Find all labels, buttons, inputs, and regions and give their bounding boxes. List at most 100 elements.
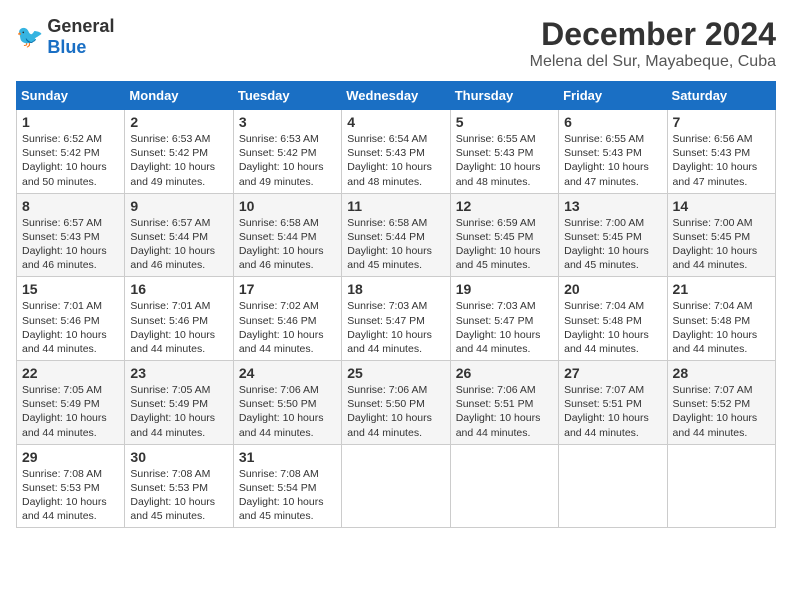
day-number: 12 [456,198,553,214]
day-info: Sunrise: 6:56 AMSunset: 5:43 PMDaylight:… [673,133,758,188]
calendar-cell: 8 Sunrise: 6:57 AMSunset: 5:43 PMDayligh… [17,193,125,277]
calendar-cell: 7 Sunrise: 6:56 AMSunset: 5:43 PMDayligh… [667,110,775,194]
day-number: 29 [22,449,119,465]
day-number: 2 [130,114,227,130]
calendar-cell [559,444,667,528]
day-number: 30 [130,449,227,465]
calendar-cell: 28 Sunrise: 7:07 AMSunset: 5:52 PMDaylig… [667,361,775,445]
day-number: 23 [130,365,227,381]
calendar-header-row: SundayMondayTuesdayWednesdayThursdayFrid… [17,82,776,110]
calendar-week-row: 8 Sunrise: 6:57 AMSunset: 5:43 PMDayligh… [17,193,776,277]
calendar-cell: 31 Sunrise: 7:08 AMSunset: 5:54 PMDaylig… [233,444,341,528]
calendar-cell: 23 Sunrise: 7:05 AMSunset: 5:49 PMDaylig… [125,361,233,445]
day-info: Sunrise: 6:52 AMSunset: 5:42 PMDaylight:… [22,133,107,188]
day-number: 31 [239,449,336,465]
day-number: 8 [22,198,119,214]
calendar-cell: 13 Sunrise: 7:00 AMSunset: 5:45 PMDaylig… [559,193,667,277]
calendar-cell: 25 Sunrise: 7:06 AMSunset: 5:50 PMDaylig… [342,361,450,445]
day-number: 28 [673,365,770,381]
day-info: Sunrise: 6:53 AMSunset: 5:42 PMDaylight:… [239,133,324,188]
logo-bird-icon: 🐦 [16,24,43,50]
day-info: Sunrise: 6:55 AMSunset: 5:43 PMDaylight:… [456,133,541,188]
calendar-day-header: Friday [559,82,667,110]
calendar-day-header: Saturday [667,82,775,110]
day-number: 7 [673,114,770,130]
calendar-day-header: Thursday [450,82,558,110]
calendar-day-header: Monday [125,82,233,110]
day-number: 24 [239,365,336,381]
calendar-cell: 9 Sunrise: 6:57 AMSunset: 5:44 PMDayligh… [125,193,233,277]
day-number: 27 [564,365,661,381]
day-info: Sunrise: 6:57 AMSunset: 5:44 PMDaylight:… [130,217,215,272]
day-number: 13 [564,198,661,214]
day-info: Sunrise: 7:03 AMSunset: 5:47 PMDaylight:… [347,300,432,355]
day-info: Sunrise: 7:01 AMSunset: 5:46 PMDaylight:… [22,300,107,355]
day-info: Sunrise: 6:57 AMSunset: 5:43 PMDaylight:… [22,217,107,272]
calendar-day-header: Sunday [17,82,125,110]
day-number: 9 [130,198,227,214]
day-info: Sunrise: 7:01 AMSunset: 5:46 PMDaylight:… [130,300,215,355]
day-info: Sunrise: 6:53 AMSunset: 5:42 PMDaylight:… [130,133,215,188]
day-info: Sunrise: 7:08 AMSunset: 5:54 PMDaylight:… [239,468,324,523]
calendar-cell: 19 Sunrise: 7:03 AMSunset: 5:47 PMDaylig… [450,277,558,361]
calendar-cell: 24 Sunrise: 7:06 AMSunset: 5:50 PMDaylig… [233,361,341,445]
calendar-day-header: Tuesday [233,82,341,110]
calendar-body: 1 Sunrise: 6:52 AMSunset: 5:42 PMDayligh… [17,110,776,528]
logo-text-blue: Blue [47,37,86,57]
calendar-cell: 20 Sunrise: 7:04 AMSunset: 5:48 PMDaylig… [559,277,667,361]
day-info: Sunrise: 7:05 AMSunset: 5:49 PMDaylight:… [130,384,215,439]
day-number: 10 [239,198,336,214]
day-number: 15 [22,281,119,297]
calendar-cell: 14 Sunrise: 7:00 AMSunset: 5:45 PMDaylig… [667,193,775,277]
day-info: Sunrise: 7:04 AMSunset: 5:48 PMDaylight:… [564,300,649,355]
calendar-cell: 18 Sunrise: 7:03 AMSunset: 5:47 PMDaylig… [342,277,450,361]
calendar-cell: 29 Sunrise: 7:08 AMSunset: 5:53 PMDaylig… [17,444,125,528]
day-info: Sunrise: 6:55 AMSunset: 5:43 PMDaylight:… [564,133,649,188]
day-number: 14 [673,198,770,214]
day-info: Sunrise: 7:04 AMSunset: 5:48 PMDaylight:… [673,300,758,355]
main-title: December 2024 [530,16,776,53]
day-info: Sunrise: 6:58 AMSunset: 5:44 PMDaylight:… [239,217,324,272]
day-number: 19 [456,281,553,297]
header: 🐦 General Blue December 2024 Melena del … [16,16,776,71]
day-info: Sunrise: 7:08 AMSunset: 5:53 PMDaylight:… [130,468,215,523]
calendar-day-header: Wednesday [342,82,450,110]
day-info: Sunrise: 7:08 AMSunset: 5:53 PMDaylight:… [22,468,107,523]
day-number: 18 [347,281,444,297]
day-info: Sunrise: 7:06 AMSunset: 5:50 PMDaylight:… [239,384,324,439]
calendar-table: SundayMondayTuesdayWednesdayThursdayFrid… [16,81,776,528]
calendar-cell [667,444,775,528]
day-number: 16 [130,281,227,297]
day-number: 1 [22,114,119,130]
calendar-cell [342,444,450,528]
logo-text-general: General [47,16,114,36]
calendar-week-row: 29 Sunrise: 7:08 AMSunset: 5:53 PMDaylig… [17,444,776,528]
calendar-cell: 15 Sunrise: 7:01 AMSunset: 5:46 PMDaylig… [17,277,125,361]
calendar-cell: 27 Sunrise: 7:07 AMSunset: 5:51 PMDaylig… [559,361,667,445]
logo: 🐦 General Blue [16,16,114,58]
day-number: 21 [673,281,770,297]
day-number: 20 [564,281,661,297]
calendar-week-row: 22 Sunrise: 7:05 AMSunset: 5:49 PMDaylig… [17,361,776,445]
day-number: 17 [239,281,336,297]
day-number: 5 [456,114,553,130]
calendar-cell: 5 Sunrise: 6:55 AMSunset: 5:43 PMDayligh… [450,110,558,194]
calendar-cell: 4 Sunrise: 6:54 AMSunset: 5:43 PMDayligh… [342,110,450,194]
day-info: Sunrise: 7:06 AMSunset: 5:50 PMDaylight:… [347,384,432,439]
day-number: 4 [347,114,444,130]
calendar-cell: 11 Sunrise: 6:58 AMSunset: 5:44 PMDaylig… [342,193,450,277]
day-info: Sunrise: 7:03 AMSunset: 5:47 PMDaylight:… [456,300,541,355]
day-number: 3 [239,114,336,130]
calendar-cell: 1 Sunrise: 6:52 AMSunset: 5:42 PMDayligh… [17,110,125,194]
calendar-cell: 26 Sunrise: 7:06 AMSunset: 5:51 PMDaylig… [450,361,558,445]
calendar-cell [450,444,558,528]
calendar-cell: 21 Sunrise: 7:04 AMSunset: 5:48 PMDaylig… [667,277,775,361]
calendar-cell: 30 Sunrise: 7:08 AMSunset: 5:53 PMDaylig… [125,444,233,528]
title-area: December 2024 Melena del Sur, Mayabeque,… [530,16,776,71]
calendar-cell: 22 Sunrise: 7:05 AMSunset: 5:49 PMDaylig… [17,361,125,445]
day-info: Sunrise: 7:00 AMSunset: 5:45 PMDaylight:… [564,217,649,272]
calendar-cell: 10 Sunrise: 6:58 AMSunset: 5:44 PMDaylig… [233,193,341,277]
day-info: Sunrise: 7:02 AMSunset: 5:46 PMDaylight:… [239,300,324,355]
calendar-cell: 2 Sunrise: 6:53 AMSunset: 5:42 PMDayligh… [125,110,233,194]
day-number: 6 [564,114,661,130]
